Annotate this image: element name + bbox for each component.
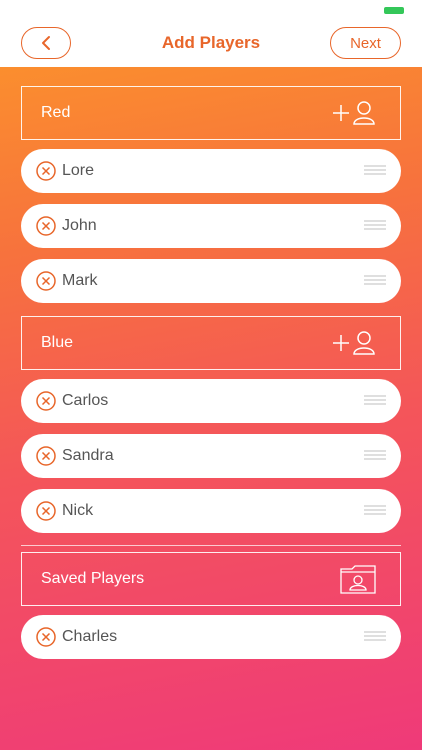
player-name: Sandra bbox=[62, 447, 114, 464]
divider bbox=[21, 545, 401, 546]
folder-person-icon[interactable] bbox=[340, 564, 376, 594]
team-header-blue: Blue bbox=[21, 316, 401, 370]
player-row[interactable]: Lore bbox=[21, 149, 401, 193]
remove-circle-icon[interactable] bbox=[36, 161, 56, 181]
drag-handle-icon[interactable] bbox=[364, 275, 386, 285]
remove-circle-icon[interactable] bbox=[36, 271, 56, 291]
team-header-red: Red bbox=[21, 86, 401, 140]
player-row[interactable]: Nick bbox=[21, 489, 401, 533]
players-list: Red Lore John Mark Blue Carlos Sandra Ni… bbox=[0, 67, 422, 750]
drag-handle-icon[interactable] bbox=[364, 165, 386, 175]
navigation-bar: Add Players Next bbox=[0, 18, 422, 67]
drag-handle-icon[interactable] bbox=[364, 450, 386, 460]
player-name: Lore bbox=[62, 162, 95, 179]
drag-handle-icon[interactable] bbox=[364, 395, 386, 405]
player-name: Carlos bbox=[62, 392, 109, 409]
player-name: Charles bbox=[62, 628, 118, 645]
remove-circle-icon[interactable] bbox=[36, 391, 56, 411]
player-row[interactable]: Charles bbox=[21, 615, 401, 659]
drag-handle-icon[interactable] bbox=[364, 631, 386, 641]
next-button[interactable]: Next bbox=[330, 27, 401, 59]
add-person-icon[interactable] bbox=[332, 330, 376, 356]
remove-circle-icon[interactable] bbox=[36, 627, 56, 647]
player-row[interactable]: John bbox=[21, 204, 401, 248]
player-row[interactable]: Carlos bbox=[21, 379, 401, 423]
team-name: Red bbox=[41, 104, 71, 121]
section-title: Saved Players bbox=[41, 570, 145, 587]
drag-handle-icon[interactable] bbox=[364, 505, 386, 515]
remove-circle-icon[interactable] bbox=[36, 216, 56, 236]
player-name: Nick bbox=[62, 502, 94, 519]
player-row[interactable]: Sandra bbox=[21, 434, 401, 478]
drag-handle-icon[interactable] bbox=[364, 220, 386, 230]
team-name: Blue bbox=[41, 334, 74, 351]
player-name: Mark bbox=[62, 272, 98, 289]
status-bar bbox=[0, 0, 422, 18]
battery-icon bbox=[384, 7, 404, 14]
remove-circle-icon[interactable] bbox=[36, 501, 56, 521]
saved-players-header: Saved Players bbox=[21, 552, 401, 606]
player-name: John bbox=[62, 217, 97, 234]
add-person-icon[interactable] bbox=[332, 100, 376, 126]
player-row[interactable]: Mark bbox=[21, 259, 401, 303]
remove-circle-icon[interactable] bbox=[36, 446, 56, 466]
